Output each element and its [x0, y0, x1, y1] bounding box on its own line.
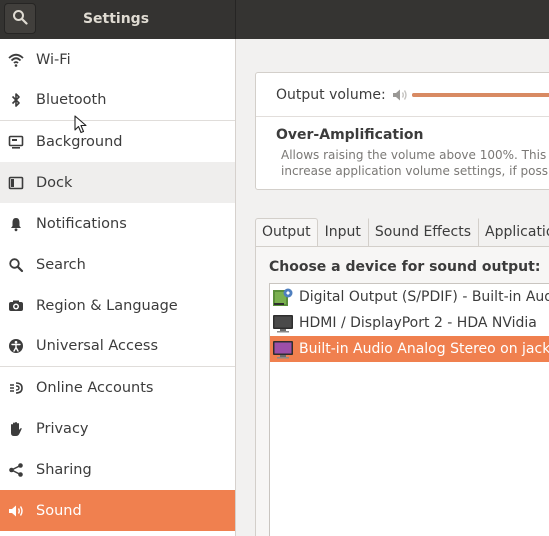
sidebar-item-search[interactable]: Search	[0, 244, 235, 285]
output-device-list: Digital Output (S/PDIF) - Built-in Audio…	[269, 283, 549, 536]
mouse-cursor-icon	[74, 115, 88, 135]
sound-panel: Output volume: Over-Amplification Allows…	[237, 39, 549, 536]
sidebar-item-label: Region & Language	[36, 297, 178, 314]
over-amplification-desc-2: increase application volume settings, if…	[281, 164, 549, 178]
search-button[interactable]	[4, 3, 36, 34]
choose-device-label: Choose a device for sound output:	[269, 259, 541, 275]
sidebar-item-region-language[interactable]: Region & Language	[0, 285, 235, 326]
share-icon	[8, 462, 24, 478]
tab-sound-effects[interactable]: Sound Effects	[367, 218, 478, 246]
output-volume-label: Output volume:	[276, 86, 386, 103]
sidebar-item-background[interactable]: Background	[0, 121, 235, 162]
output-tab-panel: Choose a device for sound output: Digita…	[255, 246, 549, 536]
list-item[interactable]: Digital Output (S/PDIF) - Built-in Audio	[270, 284, 549, 310]
hand-icon	[8, 421, 24, 437]
camera-icon	[8, 298, 24, 314]
digital-output-icon	[272, 287, 294, 307]
accessibility-icon	[8, 338, 24, 354]
sidebar-item-sound[interactable]: Sound	[0, 490, 235, 531]
headerbar-left: Settings	[0, 0, 236, 39]
sidebar-item-bluetooth[interactable]: Bluetooth	[0, 80, 235, 121]
bell-icon	[8, 216, 24, 232]
monitor-icon	[272, 313, 294, 333]
headerbar: Settings	[0, 0, 549, 39]
monitor-icon	[272, 339, 294, 359]
dock-icon	[8, 175, 24, 191]
volume-frame: Output volume: Over-Amplification Allows…	[255, 72, 549, 190]
volume-slider-fill	[412, 93, 549, 97]
sidebar-item-label: Online Accounts	[36, 379, 154, 396]
speaker-icon[interactable]	[392, 87, 408, 103]
sidebar-item-label: Universal Access	[36, 338, 159, 354]
sidebar-item-label: Bluetooth	[36, 92, 107, 108]
sidebar: Wi-Fi Bluetooth Background Dock Notifica…	[0, 39, 236, 536]
online-accounts-icon	[8, 380, 24, 396]
over-amplification-title: Over-Amplification	[276, 127, 424, 143]
bluetooth-icon	[8, 92, 24, 108]
sidebar-item-notifications[interactable]: Notifications	[0, 203, 235, 244]
output-volume-slider[interactable]	[412, 93, 549, 97]
device-label: Built-in Audio Analog Stereo on jack@	[299, 341, 549, 357]
headerbar-right	[236, 0, 549, 39]
sidebar-item-label: Sound	[36, 502, 82, 519]
list-item[interactable]: HDMI / DisplayPort 2 - HDA NVidia	[270, 310, 549, 336]
search-icon	[12, 9, 28, 29]
device-label: Digital Output (S/PDIF) - Built-in Audio	[299, 289, 549, 305]
sidebar-item-privacy[interactable]: Privacy	[0, 408, 235, 449]
sidebar-item-label: Dock	[36, 174, 73, 191]
tab-output[interactable]: Output	[255, 218, 318, 246]
speaker-icon	[8, 503, 24, 519]
sidebar-item-dock[interactable]: Dock	[0, 162, 235, 203]
over-amplification-desc-1: Allows raising the volume above 100%. Th…	[281, 148, 549, 162]
tab-input[interactable]: Input	[318, 218, 368, 246]
sidebar-item-label: Wi-Fi	[36, 51, 71, 68]
sidebar-item-label: Privacy	[36, 420, 89, 437]
sidebar-item-universal-access[interactable]: Universal Access	[0, 326, 235, 367]
wifi-icon	[8, 52, 24, 68]
sidebar-item-online-accounts[interactable]: Online Accounts	[0, 367, 235, 408]
device-label: HDMI / DisplayPort 2 - HDA NVidia	[299, 315, 537, 331]
tab-applications[interactable]: Applicatio	[478, 218, 549, 246]
sidebar-item-wifi[interactable]: Wi-Fi	[0, 39, 235, 80]
sidebar-item-label: Background	[36, 133, 123, 150]
sound-tabs: Output Input Sound Effects Applicatio	[255, 218, 549, 246]
output-volume-row: Output volume:	[256, 73, 549, 117]
background-icon	[8, 134, 24, 150]
sidebar-item-label: Sharing	[36, 461, 92, 478]
search-icon	[8, 257, 24, 273]
sidebar-item-label: Search	[36, 256, 86, 273]
list-item[interactable]: Built-in Audio Analog Stereo on jack@	[270, 336, 549, 362]
window-title: Settings	[82, 11, 150, 27]
sidebar-item-sharing[interactable]: Sharing	[0, 449, 235, 490]
over-amplification-section[interactable]: Over-Amplification Allows raising the vo…	[256, 117, 549, 179]
sidebar-item-label: Notifications	[36, 215, 127, 232]
